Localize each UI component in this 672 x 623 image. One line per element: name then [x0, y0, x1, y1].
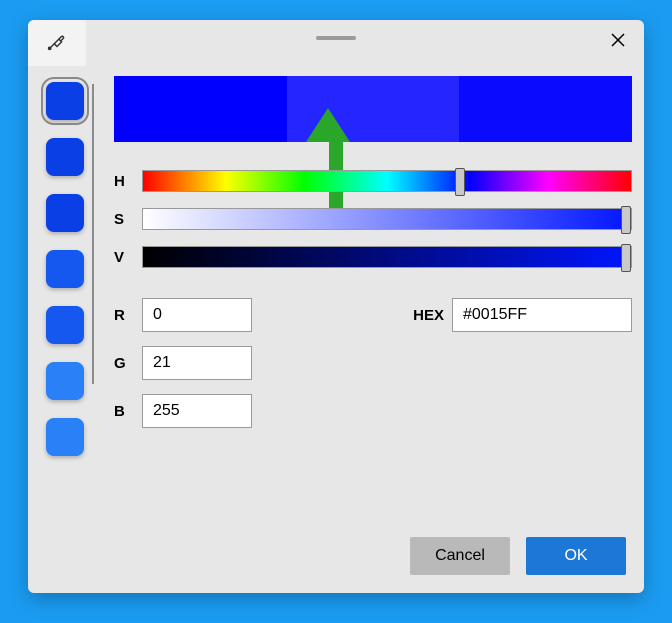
dialog-footer: Cancel OK	[28, 533, 644, 593]
saturation-slider[interactable]	[142, 208, 632, 230]
hex-input[interactable]	[452, 298, 632, 332]
saturation-thumb[interactable]	[621, 206, 631, 234]
preview-right	[459, 76, 632, 142]
b-input[interactable]	[142, 394, 252, 428]
g-label: G	[114, 355, 142, 372]
r-input[interactable]	[142, 298, 252, 332]
ok-button[interactable]: OK	[526, 537, 626, 575]
swatch-6[interactable]	[46, 418, 84, 456]
color-picker-dialog: H S V R HEX	[28, 20, 644, 593]
saturation-label: S	[114, 211, 142, 228]
hex-label: HEX	[396, 307, 452, 324]
close-icon	[610, 32, 626, 53]
close-button[interactable]	[606, 30, 630, 54]
swatch-3[interactable]	[46, 250, 84, 288]
r-label: R	[114, 307, 142, 324]
swatch-divider	[92, 84, 94, 384]
title-bar	[28, 20, 644, 66]
swatch-2[interactable]	[46, 194, 84, 232]
preview-mid	[287, 76, 460, 142]
swatch-4[interactable]	[46, 306, 84, 344]
preview-left	[114, 76, 287, 142]
drag-handle-icon[interactable]	[316, 36, 356, 40]
eyedropper-tab[interactable]	[28, 20, 86, 66]
color-preview[interactable]	[114, 76, 632, 142]
hue-slider[interactable]	[142, 170, 632, 192]
value-label: V	[114, 249, 142, 266]
hue-thumb[interactable]	[455, 168, 465, 196]
swatch-1[interactable]	[46, 138, 84, 176]
hue-label: H	[114, 173, 142, 190]
value-slider[interactable]	[142, 246, 632, 268]
swatch-0[interactable]	[46, 82, 84, 120]
eyedropper-icon	[46, 30, 68, 56]
value-thumb[interactable]	[621, 244, 631, 272]
g-input[interactable]	[142, 346, 252, 380]
b-label: B	[114, 403, 142, 420]
swatch-5[interactable]	[46, 362, 84, 400]
swatch-column	[34, 76, 96, 533]
cancel-button[interactable]: Cancel	[410, 537, 510, 575]
